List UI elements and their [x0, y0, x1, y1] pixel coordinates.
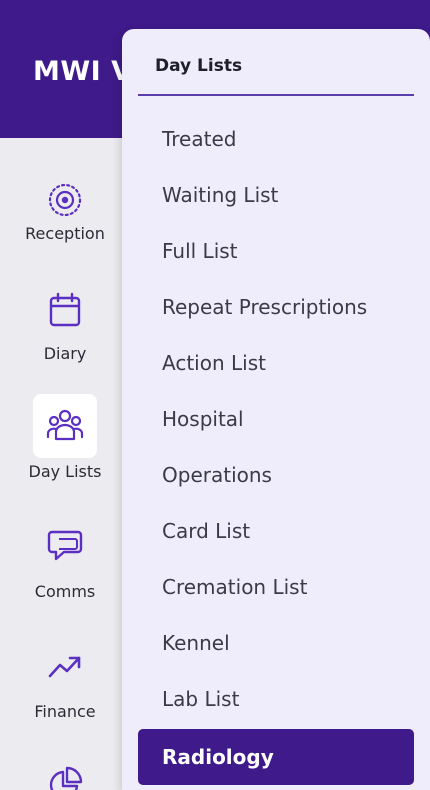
sidebar-item-label: Diary	[43, 344, 87, 363]
calendar-icon	[33, 278, 97, 342]
menu-item-waiting-list[interactable]: Waiting List	[138, 168, 414, 222]
menu-item-card-list[interactable]: Card List	[138, 504, 414, 558]
sidebar-item-label: Finance	[34, 702, 96, 721]
sidebar-item-day-lists[interactable]: Day Lists	[0, 394, 130, 484]
menu-item-kennel[interactable]: Kennel	[138, 616, 414, 670]
sidebar-item-reception[interactable]: Reception	[0, 168, 130, 248]
sidebar-nav: Reception Diary Day Lists Comms Finance	[0, 138, 130, 790]
chat-icon	[33, 514, 97, 578]
menu-item-full-list[interactable]: Full List	[138, 224, 414, 278]
menu-item-cremation-list[interactable]: Cremation List	[138, 560, 414, 614]
target-icon	[33, 168, 97, 232]
flyout-divider	[138, 94, 414, 96]
users-icon	[33, 394, 97, 458]
menu-item-repeat-prescriptions[interactable]: Repeat Prescriptions	[138, 280, 414, 334]
day-lists-flyout: Day Lists Treated Waiting List Full List…	[122, 29, 430, 790]
menu-item-hospital[interactable]: Hospital	[138, 392, 414, 446]
menu-item-lab-list[interactable]: Lab List	[138, 672, 414, 726]
menu-item-treated[interactable]: Treated	[138, 112, 414, 166]
sidebar-item-comms[interactable]: Comms	[0, 514, 130, 604]
pie-chart-icon	[33, 754, 97, 790]
sidebar-item-reports[interactable]	[0, 754, 130, 790]
sidebar-item-label: Day Lists	[28, 462, 102, 481]
trend-up-icon	[33, 634, 97, 698]
menu-item-radiology[interactable]: Radiology	[138, 729, 414, 785]
app-title: MWI V	[33, 56, 133, 87]
sidebar-item-finance[interactable]: Finance	[0, 634, 130, 724]
flyout-title: Day Lists	[155, 56, 243, 76]
sidebar-item-label: Comms	[34, 582, 96, 601]
menu-item-action-list[interactable]: Action List	[138, 336, 414, 390]
menu-item-operations[interactable]: Operations	[138, 448, 414, 502]
sidebar-item-diary[interactable]: Diary	[0, 278, 130, 363]
sidebar-item-label: Reception	[25, 224, 105, 243]
